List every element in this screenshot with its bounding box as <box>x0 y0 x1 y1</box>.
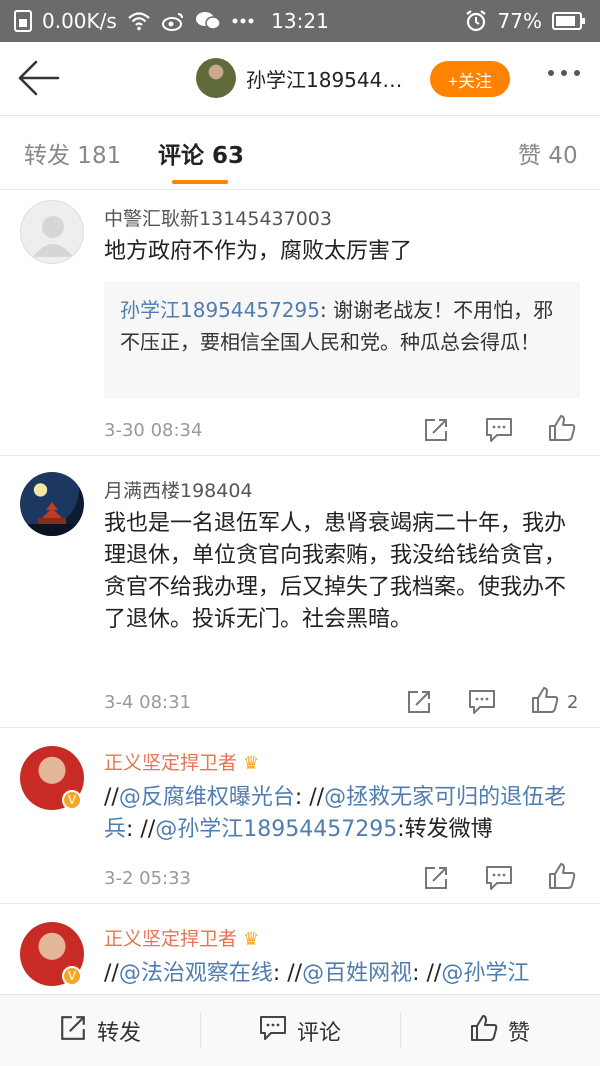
comment-icon <box>259 1015 287 1047</box>
commenter-avatar[interactable] <box>20 200 84 264</box>
share-icon[interactable] <box>405 688 433 716</box>
reply-user-link[interactable]: 孙学江18954457295 <box>120 298 320 322</box>
wifi-icon <box>127 11 151 31</box>
back-button[interactable] <box>16 58 60 98</box>
reply-icon[interactable] <box>485 864 513 892</box>
author-name[interactable]: 孙学江189544… <box>246 64 406 93</box>
reply-icon[interactable] <box>468 688 496 716</box>
thumbs-up-icon <box>470 1014 498 1048</box>
crown-icon: ♛ <box>243 753 260 774</box>
more-dot <box>548 70 554 76</box>
reply-icon[interactable] <box>485 416 513 444</box>
commenter-name-text[interactable]: 正义坚定捍卫者 <box>104 752 237 774</box>
commenter-avatar[interactable] <box>20 472 84 536</box>
default-avatar-icon <box>33 216 73 257</box>
battery-icon <box>552 11 586 31</box>
comment-item: 中警汇耿新13145437003 地方政府不作为，腐败太厉害了 孙学江18954… <box>0 190 600 456</box>
sim-icon <box>14 10 32 32</box>
comment-text: 地方政府不作为，腐败太厉害了 <box>104 239 413 264</box>
commenter-name[interactable]: 中警汇耿新13145437003 <box>104 204 332 231</box>
like-icon[interactable] <box>531 686 559 714</box>
back-arrow-icon <box>16 60 60 102</box>
share-icon[interactable] <box>422 864 450 892</box>
like-icon[interactable] <box>548 862 576 890</box>
more-dot <box>574 70 580 76</box>
comment-text: //@反腐维权曝光台: //@拯救无家可归的退伍老兵: //@孙学江189544… <box>104 782 584 846</box>
text-seg: : // <box>272 961 303 986</box>
comment-button[interactable]: 评论 <box>200 995 400 1066</box>
commenter-name[interactable]: 正义坚定捍卫者 ♛ <box>104 748 259 775</box>
text-seg: : // <box>126 817 156 842</box>
tab-repost[interactable]: 转发 181 <box>24 136 121 170</box>
tab-comment[interactable]: 评论 63 <box>158 136 244 170</box>
commenter-name-text[interactable]: 正义坚定捍卫者 <box>104 928 237 950</box>
text-seg: // <box>104 961 119 986</box>
comment-label: 评论 <box>296 1020 341 1046</box>
verified-badge-icon: V <box>62 966 82 986</box>
follow-button[interactable]: +关注 <box>430 61 510 97</box>
repost-label: 转发 <box>96 1020 141 1046</box>
tab-like[interactable]: 赞 40 <box>518 136 578 170</box>
weibo-icon <box>161 11 185 31</box>
share-icon[interactable] <box>422 416 450 444</box>
mention-link[interactable]: @反腐维权曝光台 <box>119 785 295 810</box>
comment-item: V 正义坚定捍卫者 ♛ //@法治观察在线: //@百姓网视: //@孙学江 <box>0 904 600 994</box>
interaction-tabs: 转发 181 评论 63 赞 40 <box>0 116 600 190</box>
commenter-name[interactable]: 正义坚定捍卫者 ♛ <box>104 924 259 951</box>
comment-text: 我也是一名退伍军人，患肾衰竭病二十年，我办理退休，单位贪官向我索贿，我没给钱给贪… <box>104 511 567 632</box>
alarm-icon <box>464 9 488 33</box>
comment-item: V 正义坚定捍卫者 ♛ //@反腐维权曝光台: //@拯救无家可归的退伍老兵: /… <box>0 728 600 904</box>
author-reply[interactable]: 孙学江18954457295: 谢谢老战友！不用怕，邪不压正，要相信全国人民和党… <box>104 282 580 398</box>
comment-time: 3-4 08:31 <box>104 692 191 713</box>
bottom-action-bar: 转发 评论 赞 <box>0 994 600 1066</box>
post-author[interactable]: 孙学江189544… <box>196 58 406 98</box>
more-options-button[interactable] <box>548 70 580 76</box>
commenter-name[interactable]: 月满西楼198404 <box>104 476 253 503</box>
like-count: 2 <box>567 692 579 713</box>
text-seg: : // <box>412 961 442 986</box>
verified-badge-icon: V <box>62 790 82 810</box>
network-speed: 0.00K/s <box>42 9 117 33</box>
dots-icon <box>231 17 255 25</box>
comment-time: 3-2 05:33 <box>104 868 191 889</box>
like-icon[interactable] <box>548 414 576 442</box>
author-avatar[interactable] <box>196 58 236 98</box>
repost-icon <box>59 1014 87 1048</box>
repost-button[interactable]: 转发 <box>0 995 200 1066</box>
status-bar: 0.00K/s 13:21 77% <box>0 0 600 42</box>
more-dot <box>561 70 567 76</box>
crown-icon: ♛ <box>243 929 260 950</box>
battery-percent: 77% <box>497 9 542 33</box>
mention-link[interactable]: @百姓网视 <box>302 961 412 986</box>
text-seg: : // <box>294 785 325 810</box>
like-button[interactable]: 赞 <box>400 995 600 1066</box>
top-nav-bar: 孙学江189544… +关注 <box>0 42 600 116</box>
mention-link[interactable]: @孙学江 <box>441 961 529 986</box>
comment-text: //@法治观察在线: //@百姓网视: //@孙学江 <box>104 958 584 990</box>
like-label: 赞 <box>507 1020 530 1046</box>
mention-link[interactable]: @法治观察在线 <box>119 961 273 986</box>
text-seg: // <box>104 785 119 810</box>
comment-time: 3-30 08:34 <box>104 420 203 441</box>
active-tab-indicator <box>172 180 228 184</box>
comment-item: 月满西楼198404 我也是一名退伍军人，患肾衰竭病二十年，我办理退休，单位贪官… <box>0 456 600 728</box>
text-seg: :转发微博 <box>397 817 493 842</box>
pagoda-avatar-image <box>28 502 76 536</box>
wechat-icon <box>195 11 221 31</box>
mention-link[interactable]: @孙学江18954457295 <box>155 817 397 842</box>
